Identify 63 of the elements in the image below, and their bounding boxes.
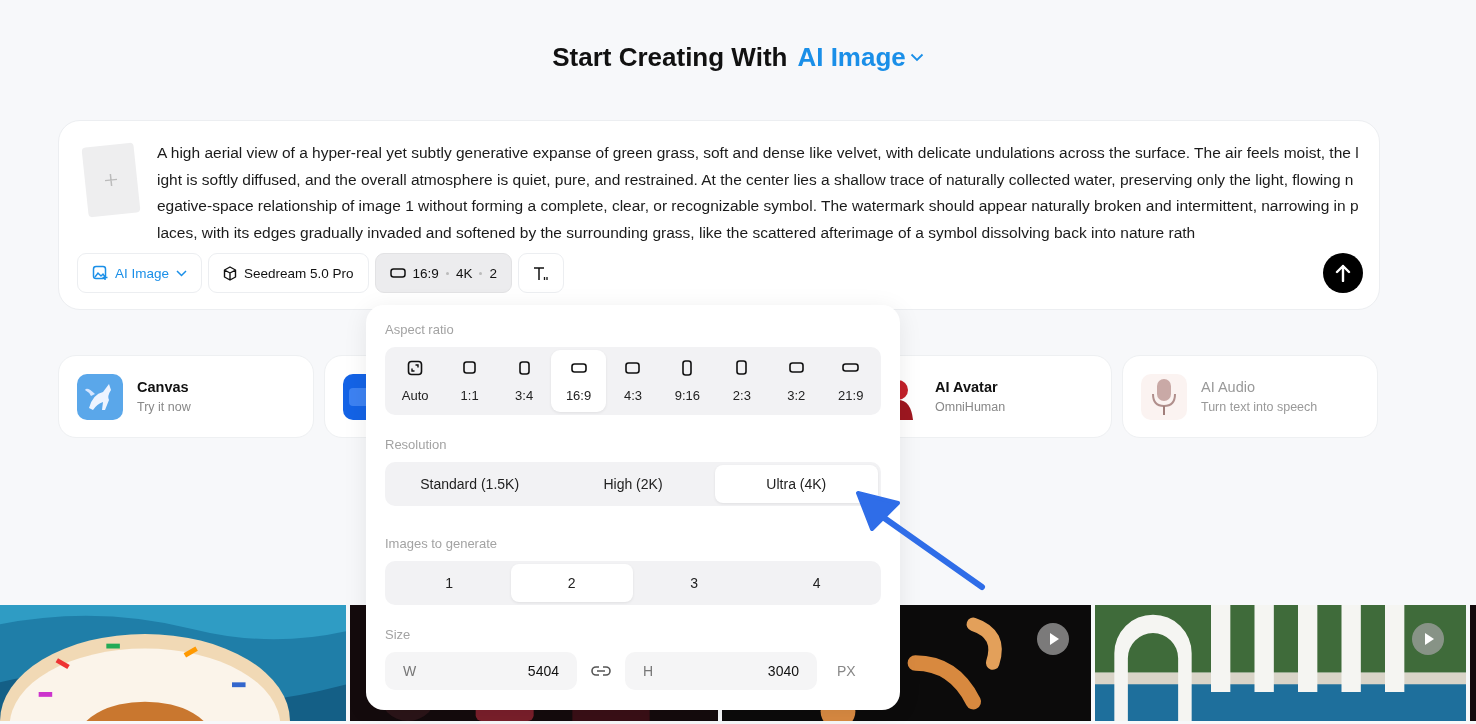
ratio-icon: [682, 359, 693, 376]
ratio-option[interactable]: 2:3: [714, 350, 770, 412]
field-value: 5404: [527, 663, 559, 679]
field-value: 3040: [767, 663, 799, 679]
play-icon[interactable]: [1037, 623, 1069, 655]
page-heading: Start Creating With: [552, 41, 788, 73]
section-label: Resolution: [385, 437, 448, 452]
resolution-option[interactable]: Ultra (4K): [714, 465, 878, 503]
ratio-icon: [625, 361, 641, 374]
count-option[interactable]: 1: [388, 564, 511, 602]
feature-title: AI Avatar: [935, 379, 999, 395]
width-field[interactable]: W 5404: [385, 652, 577, 690]
ratio-icon: [389, 268, 406, 278]
microphone-icon: [1141, 373, 1187, 420]
pegasus-icon: [77, 373, 123, 420]
feature-subtitle: Try it now: [137, 400, 191, 414]
field-label: H: [643, 663, 654, 679]
feature-subtitle: Turn text into speech: [1201, 400, 1318, 414]
link-icon[interactable]: [591, 666, 611, 676]
ratio-option[interactable]: 4:3: [605, 350, 661, 412]
ratio-icon: [518, 360, 530, 375]
ratio-option[interactable]: 16:9: [551, 350, 606, 412]
feature-title: Canvas: [137, 379, 190, 395]
prompt-text[interactable]: A high aerial view of a hyper-real yet subtly generative expanse of green grass, soft and dense like velvet, with delicate undulations across the surface. The air feels moist, the light is softly diffused, and the overall atmosphere is quiet, pure, and restrained. At the center lies a shallow trace of naturally collected water, preserving only the light, flowing negative-space relationship of image 1 without forming a complete, clear, or recognizable symbol. The watermark should appear naturally broken and intermittent, narrowing in places, with its edges gradually invaded and softened by the surrounding grass, like the scattered afterimage of a symbol dissolving back into nature rath: [157, 140, 1361, 246]
feature-title: AI Audio: [1201, 379, 1256, 395]
section-label: Aspect ratio: [385, 322, 455, 337]
feature-subtitle: OmniHuman: [935, 400, 1006, 414]
ratio-icon: [842, 363, 860, 372]
ratio-icon: [736, 360, 748, 375]
auto-ratio-icon: [407, 359, 424, 376]
cube-icon: [223, 265, 238, 281]
height-field[interactable]: H 3040: [625, 652, 817, 690]
resolution-option[interactable]: Standard (1.5K): [388, 465, 552, 503]
feature-card[interactable]: Canvas Try it now: [58, 355, 314, 438]
ratio-icon: [570, 362, 587, 373]
ratio-option[interactable]: 1:1: [442, 350, 497, 412]
arrow-up-icon: [1335, 264, 1351, 282]
chevron-icon: [909, 52, 924, 62]
play-icon[interactable]: [1412, 623, 1444, 655]
ratio-option[interactable]: 3:4: [496, 350, 552, 412]
app-icon: [343, 373, 367, 420]
ratio-icon: [788, 362, 804, 373]
image-icon: [92, 265, 108, 281]
ratio-option[interactable]: 3:2: [769, 350, 824, 412]
ratio-icon: [463, 361, 477, 374]
text-icon: [532, 265, 549, 281]
count-option[interactable]: 2: [510, 564, 633, 602]
ratio-option[interactable]: 9:16: [660, 350, 715, 412]
section-label: Size: [385, 627, 412, 642]
settings-button[interactable]: 16:9 4K 2: [374, 253, 512, 293]
count-option[interactable]: 3: [633, 564, 756, 602]
resolution-option[interactable]: High (2K): [551, 465, 715, 503]
plus-icon: [103, 172, 119, 188]
send-button[interactable]: [1323, 253, 1363, 293]
text-style-button[interactable]: [517, 253, 564, 293]
field-label: W: [403, 663, 417, 679]
ratio-option[interactable]: Auto: [388, 350, 443, 412]
mode-dropdown[interactable]: AI Image: [77, 253, 203, 293]
count-option[interactable]: 4: [755, 564, 878, 602]
unit-label: PX: [837, 663, 856, 679]
section-label: Images to generate: [385, 536, 499, 551]
model-button[interactable]: Seedream 5.0 Pro: [208, 253, 369, 293]
chevron-icon: [176, 269, 188, 277]
